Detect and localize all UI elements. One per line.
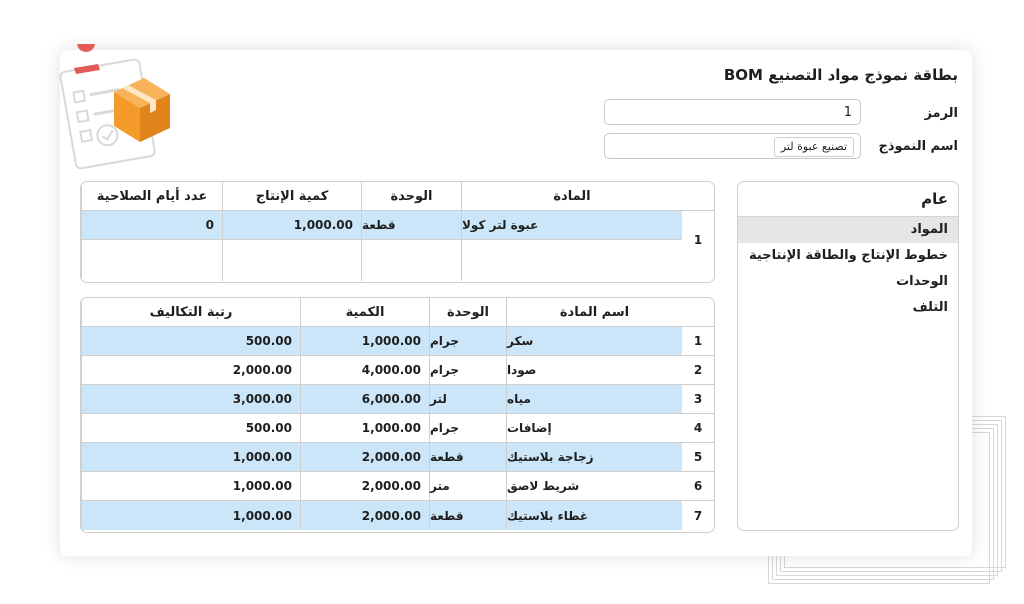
material-cell[interactable]: عبوة لتر كولا: [461, 211, 682, 240]
unit-cell[interactable]: قطعة: [429, 501, 506, 530]
column-header-material: المادة: [461, 182, 682, 211]
cost-rank-cell[interactable]: 500.00: [81, 327, 300, 356]
production-qty-cell[interactable]: 1,000.00: [222, 211, 361, 240]
table-row[interactable]: 500.00 1,000.00 جرام سكر 1: [81, 327, 714, 356]
code-value: 1: [843, 104, 852, 120]
product-table: عدد أيام الصلاحية كمية الإنتاج الوحدة ال…: [80, 181, 715, 283]
cost-rank-cell[interactable]: 1,000.00: [81, 501, 300, 530]
materials-table: رتبة التكاليف الكمية الوحدة اسم المادة 5…: [80, 297, 715, 533]
qty-cell[interactable]: 6,000.00: [300, 385, 429, 414]
cost-rank-cell[interactable]: 2,000.00: [81, 356, 300, 385]
row-index: 1: [682, 211, 714, 269]
cost-rank-cell[interactable]: 1,000.00: [81, 472, 300, 501]
unit-cell[interactable]: قطعة: [361, 211, 461, 240]
sidebar: عام المواد خطوط الإنتاج والطاقة الإنتاجي…: [737, 181, 959, 531]
sidebar-item-materials[interactable]: المواد: [738, 216, 958, 243]
column-header-qty: الكمية: [300, 298, 429, 327]
column-header-shelf-days: عدد أيام الصلاحية: [81, 182, 222, 211]
unit-cell[interactable]: لتر: [429, 385, 506, 414]
table-row[interactable]: 2,000.00 4,000.00 جرام صودا 2: [81, 356, 714, 385]
sidebar-item-production-lines[interactable]: خطوط الإنتاج والطاقة الإنتاجية: [738, 243, 958, 269]
cost-rank-cell[interactable]: 3,000.00: [81, 385, 300, 414]
table-row[interactable]: 1,000.00 2,000.00 قطعة غطاء بلاستيك 7: [81, 501, 714, 530]
table-header-row: رتبة التكاليف الكمية الوحدة اسم المادة: [81, 298, 714, 327]
page-title: بطاقة نموذج مواد التصنيع BOM: [723, 66, 958, 84]
unit-cell[interactable]: قطعة: [429, 443, 506, 472]
row-index: 6: [682, 472, 714, 501]
row-index: 1: [682, 327, 714, 356]
cost-rank-cell[interactable]: 1,000.00: [81, 443, 300, 472]
unit-cell[interactable]: جرام: [429, 327, 506, 356]
empty-cell[interactable]: [222, 240, 361, 281]
row-index: 7: [682, 501, 714, 530]
qty-cell[interactable]: 4,000.00: [300, 356, 429, 385]
qty-cell[interactable]: 2,000.00: [300, 443, 429, 472]
code-label: الرمز: [924, 106, 958, 121]
empty-cell[interactable]: [461, 240, 682, 281]
material-name-cell[interactable]: شريط لاصق: [506, 472, 682, 501]
material-name-cell[interactable]: مياه: [506, 385, 682, 414]
qty-cell[interactable]: 1,000.00: [300, 414, 429, 443]
table-row[interactable]: 0 1,000.00 قطعة عبوة لتر كولا 1: [81, 211, 714, 269]
column-header-material-name: اسم المادة: [506, 298, 682, 327]
material-name-cell[interactable]: إضافات: [506, 414, 682, 443]
table-header-row: عدد أيام الصلاحية كمية الإنتاج الوحدة ال…: [81, 182, 714, 211]
shelf-days-cell[interactable]: 0: [81, 211, 222, 240]
model-name-field[interactable]: تصنيع عبوة لتر: [604, 133, 861, 159]
material-name-cell[interactable]: زجاجة بلاستيك: [506, 443, 682, 472]
clipboard-box-icon: [52, 34, 182, 173]
column-header-production-qty: كمية الإنتاج: [222, 182, 361, 211]
bom-card: بطاقة نموذج مواد التصنيع BOM الرمز 1 اسم…: [59, 34, 972, 556]
material-name-cell[interactable]: سكر: [506, 327, 682, 356]
qty-cell[interactable]: 2,000.00: [300, 472, 429, 501]
unit-cell[interactable]: جرام: [429, 414, 506, 443]
table-row[interactable]: 1,000.00 2,000.00 قطعة زجاجة بلاستيك 5: [81, 443, 714, 472]
sidebar-item-waste[interactable]: التلف: [738, 295, 958, 321]
row-index: 4: [682, 414, 714, 443]
cost-rank-cell[interactable]: 500.00: [81, 414, 300, 443]
material-name-cell[interactable]: صودا: [506, 356, 682, 385]
model-name-label: اسم النموذج: [878, 139, 958, 154]
qty-cell[interactable]: 2,000.00: [300, 501, 429, 530]
unit-cell[interactable]: جرام: [429, 356, 506, 385]
row-index: 3: [682, 385, 714, 414]
column-header-unit: الوحدة: [361, 182, 461, 211]
table-row[interactable]: 3,000.00 6,000.00 لتر مياه 3: [81, 385, 714, 414]
column-header-unit: الوحدة: [429, 298, 506, 327]
sidebar-header[interactable]: عام: [738, 182, 958, 216]
model-name-value: تصنيع عبوة لتر: [773, 137, 854, 157]
material-name-cell[interactable]: غطاء بلاستيك: [506, 501, 682, 530]
code-field[interactable]: 1: [604, 99, 861, 125]
empty-cell[interactable]: [81, 240, 222, 281]
table-row[interactable]: 1,000.00 2,000.00 متر شريط لاصق 6: [81, 472, 714, 501]
row-index: 5: [682, 443, 714, 472]
unit-cell[interactable]: متر: [429, 472, 506, 501]
column-header-cost-rank: رتبة التكاليف: [81, 298, 300, 327]
column-header-index: [682, 182, 714, 211]
column-header-index: [682, 298, 714, 327]
table-row-empty[interactable]: [81, 240, 682, 281]
row-index: 2: [682, 356, 714, 385]
table-row[interactable]: 500.00 1,000.00 جرام إضافات 4: [81, 414, 714, 443]
sidebar-item-units[interactable]: الوحدات: [738, 269, 958, 295]
qty-cell[interactable]: 1,000.00: [300, 327, 429, 356]
empty-cell[interactable]: [361, 240, 461, 281]
